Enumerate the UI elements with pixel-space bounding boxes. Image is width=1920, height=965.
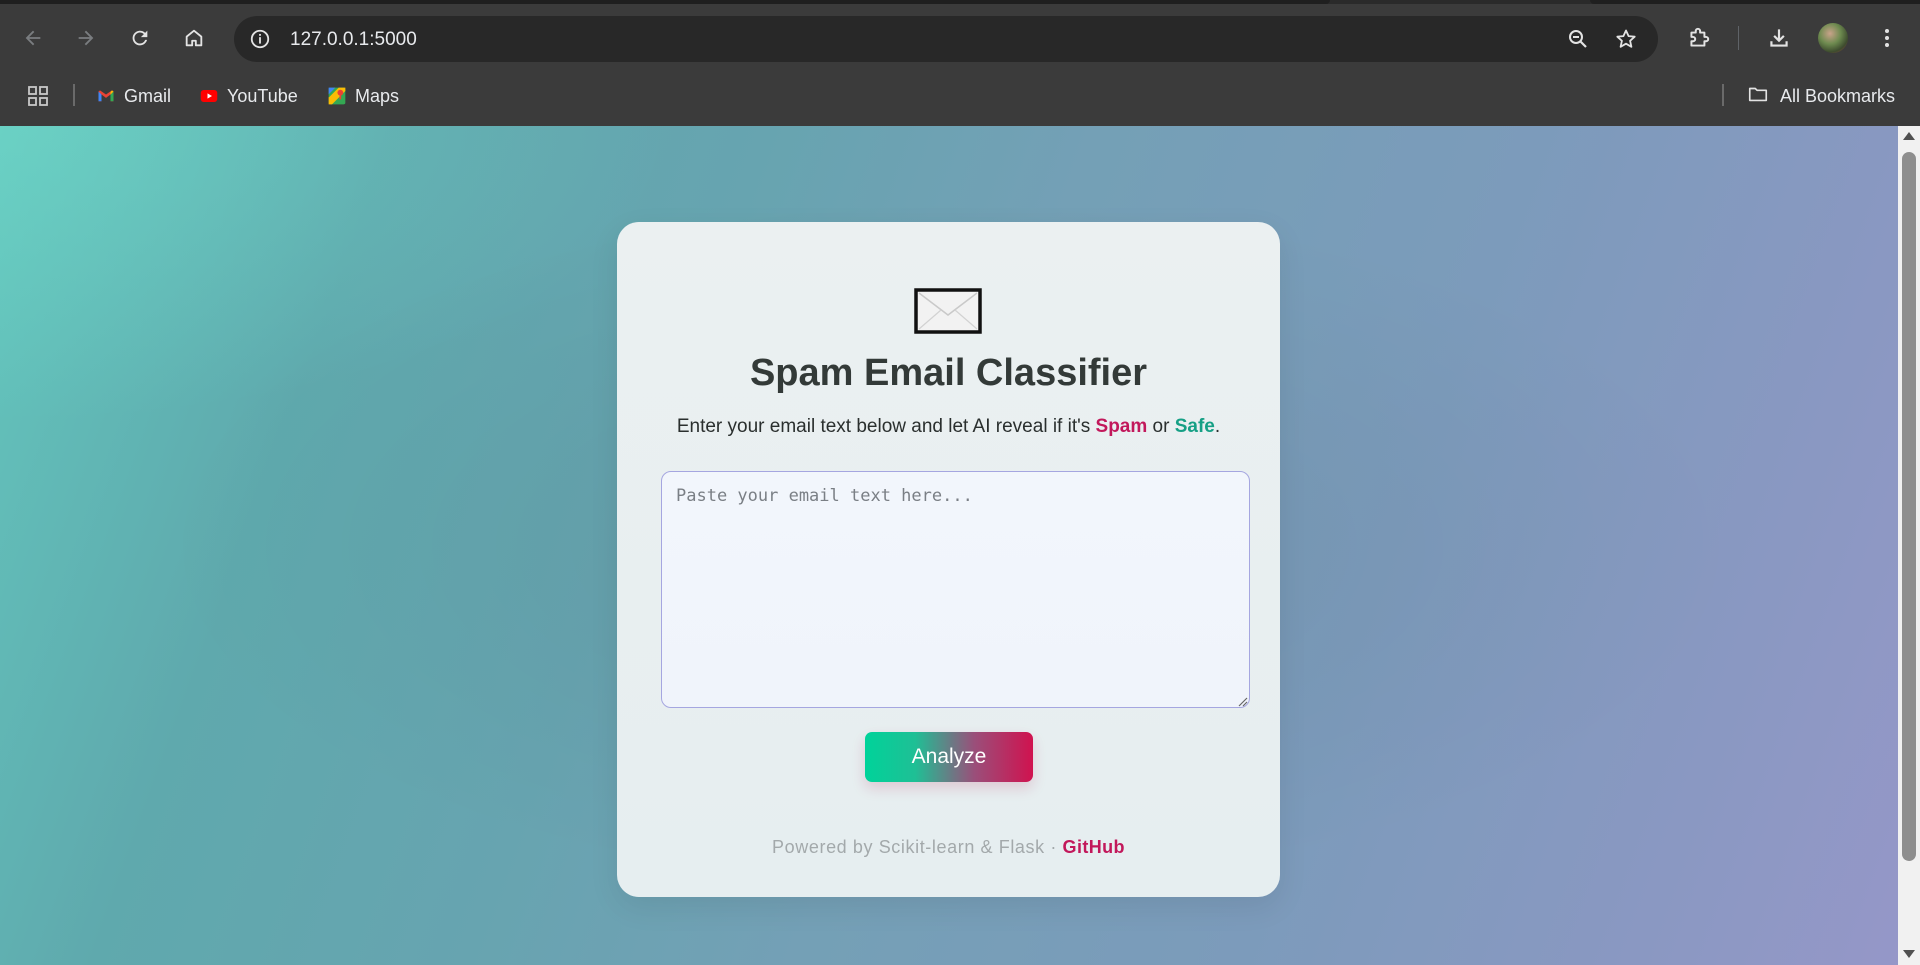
subtitle-or: or [1147,416,1175,437]
more-vertical-icon [1885,29,1889,47]
bookmark-gmail[interactable]: Gmail [96,82,171,110]
zoom-icon[interactable] [1566,27,1590,51]
classifier-card: Spam Email Classifier Enter your email t… [617,222,1280,897]
reload-icon [132,30,148,46]
arrow-right-icon [78,30,94,46]
menu-button[interactable] [1871,22,1903,54]
page-viewport: Spam Email Classifier Enter your email t… [0,126,1898,965]
tab-strip [0,0,1920,4]
gmail-icon [96,86,116,106]
github-link[interactable]: GitHub [1063,837,1125,857]
bookmark-star-icon[interactable] [1614,27,1638,51]
scroll-up-arrow-icon[interactable] [1903,132,1915,140]
download-icon [1770,29,1788,47]
all-bookmarks-label: All Bookmarks [1780,85,1896,106]
back-button[interactable] [15,20,51,56]
envelope-icon [914,288,982,334]
subtitle-end: . [1214,416,1221,437]
site-info-icon[interactable] [248,27,272,51]
address-bar[interactable]: 127.0.0.1:5000 [234,16,1658,62]
profile-avatar[interactable] [1818,23,1848,53]
downloads-button[interactable] [1763,22,1795,54]
bookmarks-divider [73,84,75,106]
scroll-down-arrow-icon[interactable] [1903,950,1915,958]
maps-icon [327,86,347,106]
arrow-left-icon [25,30,41,46]
all-bookmarks-button[interactable]: All Bookmarks [1746,82,1895,110]
analyze-button[interactable]: Analyze [865,732,1033,782]
resize-handle-icon[interactable] [1236,694,1248,707]
footer-text: Powered by Scikit-learn & Flask · [772,837,1063,857]
page-subtitle: Enter your email text below and let AI r… [617,416,1280,438]
bookmark-label: YouTube [227,85,298,106]
page-scrollbar[interactable] [1898,126,1920,965]
reload-button[interactable] [122,20,158,56]
browser-toolbar: 127.0.0.1:5000 [0,0,1920,78]
bookmarks-divider-right [1722,84,1724,106]
bookmark-label: Gmail [124,85,172,106]
forward-button[interactable] [68,20,104,56]
url-text[interactable]: 127.0.0.1:5000 [290,29,417,51]
extensions-button[interactable] [1683,22,1715,54]
spam-label: Spam [1095,416,1148,437]
safe-label: Safe [1174,416,1215,437]
email-text-input[interactable] [661,471,1250,708]
subtitle-text: Enter your email text below and let AI r… [676,416,1096,437]
bookmark-maps[interactable]: Maps [327,82,399,110]
puzzle-icon [1690,27,1710,47]
home-button[interactable] [176,20,212,56]
toolbar-divider [1738,26,1739,50]
bookmark-youtube[interactable]: YouTube [199,82,298,110]
footer: Powered by Scikit-learn & Flask · GitHub [617,837,1280,858]
youtube-icon [199,86,219,106]
folder-icon [1746,83,1770,110]
apps-grid-icon[interactable] [26,84,50,108]
home-icon [185,29,203,47]
scrollbar-thumb[interactable] [1902,152,1916,861]
bookmark-label: Maps [355,85,400,106]
page-title: Spam Email Classifier [749,352,1148,394]
